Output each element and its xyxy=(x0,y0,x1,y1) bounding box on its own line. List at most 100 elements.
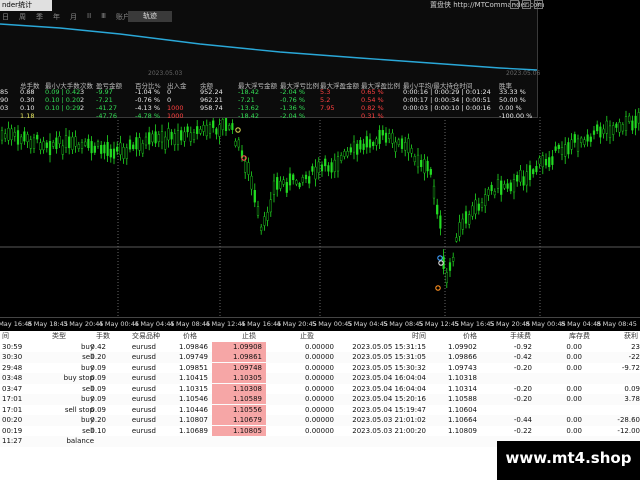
menu-year[interactable]: 年 xyxy=(51,12,62,22)
trade-lots: 0.09 xyxy=(90,374,106,382)
candle-body xyxy=(484,194,487,206)
menu-week[interactable]: 周 xyxy=(17,12,28,22)
stats-pnl: -9.97 xyxy=(96,88,113,96)
menu-iii[interactable]: Ⅲ xyxy=(99,12,108,22)
menu-month[interactable]: 月 xyxy=(68,12,79,22)
candle-body xyxy=(93,145,96,153)
trade-price: 1.09846 xyxy=(179,342,208,351)
time-tick-label: 8 May 00:45 xyxy=(525,320,566,328)
tab-track[interactable]: 轨迹 xyxy=(128,11,172,22)
menu-quarter[interactable]: 季 xyxy=(34,12,45,22)
trade-tp: 0.00000 xyxy=(305,374,334,382)
candle-body xyxy=(388,133,391,139)
candle-body xyxy=(208,124,212,134)
table-row[interactable]: 30:59 buy 0.42 eurusd 1.09846 1.09908 0.00000 2… xyxy=(0,341,640,353)
col-tp[interactable]: 止盈 xyxy=(300,331,314,342)
trade-rows: 30:59 buy 0.42 eurusd 1.09846 1.09908 0.00000 2… xyxy=(0,341,640,447)
stats-hold-time: 0:00:16 | 0:00:29 | 0:01:24 xyxy=(403,88,491,96)
table-row[interactable]: 00:19 sell 0.10 eurusd 1.10689 1.10805 0.00000… xyxy=(0,425,640,437)
candle-body xyxy=(330,162,333,173)
price-chart[interactable]: nder统计 日 周 季 年 月 II Ⅲ 账户 轨迹 置盘侠 http://M… xyxy=(0,0,640,317)
close-icon[interactable]: × xyxy=(534,0,543,9)
col-open-time[interactable]: 间 xyxy=(2,331,9,342)
time-tick-label: 3 May 20:45 xyxy=(63,320,104,328)
table-row[interactable]: 00:20 buy 0.20 eurusd 1.10807 1.10679 0.00000 2… xyxy=(0,415,640,426)
trade-profit: -28.60 xyxy=(617,416,640,424)
candle-body xyxy=(13,131,16,137)
time-tick-label: 4 May 00:45 xyxy=(98,320,140,328)
trade-open-time: 03:47 xyxy=(2,384,23,393)
candle-body xyxy=(541,155,544,168)
table-row[interactable]: 17:01 sell stop 0.09 eurusd 1.10446 1.10556 0.… xyxy=(0,404,640,416)
equity-curve xyxy=(0,23,537,71)
menu-ii[interactable]: II xyxy=(85,12,93,22)
table-row[interactable]: 17:01 buy 0.09 eurusd 1.10546 1.10589 0.00000 2… xyxy=(0,394,640,405)
candle-body xyxy=(368,139,372,148)
candle-body xyxy=(29,139,32,149)
col-price[interactable]: 价格 xyxy=(183,331,197,342)
candle-body xyxy=(0,130,4,141)
candle-body xyxy=(583,139,586,146)
candle-body xyxy=(308,176,311,184)
candle-body xyxy=(148,132,151,145)
table-row[interactable]: 03:48 buy stop 0.09 eurusd 1.10415 1.10305 0.0… xyxy=(0,373,640,384)
col-close-price[interactable]: 价格 xyxy=(463,331,477,342)
candle-body xyxy=(628,115,631,122)
candle-body xyxy=(458,222,461,237)
candle-body xyxy=(445,272,448,283)
maximize-icon[interactable]: □ xyxy=(522,0,531,9)
col-lots[interactable]: 手数 xyxy=(96,331,110,342)
stats-max-float-loss: -13.62 xyxy=(238,104,259,112)
candle-body xyxy=(279,180,282,189)
trade-lots: 0.42 xyxy=(90,342,106,351)
stats-pnl: -47.76 xyxy=(96,112,117,120)
table-row[interactable]: 30:30 sell 0.20 eurusd 1.09749 1.09861 0.00000… xyxy=(0,352,640,363)
candle-body xyxy=(538,157,541,165)
stats-max-float-profit-pct: 0.65 % xyxy=(361,88,384,96)
stats-pnl: -41.27 xyxy=(96,104,117,112)
col-symbol[interactable]: 交易品种 xyxy=(132,331,160,342)
candle-body xyxy=(61,145,64,155)
stats-max-float-profit-pct: 0.31 % xyxy=(361,112,384,120)
candle-body xyxy=(567,142,570,155)
stats-total-row: 1.18 -47.76 -4.78 % 1000 -18.42 -2.04 % … xyxy=(0,112,537,120)
col-commission[interactable]: 手续费 xyxy=(510,331,531,342)
col-sl[interactable]: 止损 xyxy=(242,331,256,342)
time-tick-label: 4 May 20:45 xyxy=(276,320,317,328)
candle-body xyxy=(186,126,189,133)
statistics-panel[interactable]: nder统计 日 周 季 年 月 II Ⅲ 账户 轨迹 置盘侠 http://M… xyxy=(0,0,544,120)
candle-body xyxy=(135,137,138,150)
candle-body xyxy=(503,184,506,189)
trade-open-time: 11:27 xyxy=(2,437,23,445)
candle-body xyxy=(132,144,135,150)
trade-marker-icon[interactable] xyxy=(437,255,443,261)
stats-pct: -4.13 % xyxy=(135,104,161,112)
col-profit[interactable]: 获利 xyxy=(624,331,638,342)
candle-body xyxy=(36,134,39,140)
minimize-icon[interactable]: – xyxy=(510,0,519,9)
col-type[interactable]: 类型 xyxy=(52,331,66,342)
stats-win-rate: -100.00 % xyxy=(499,112,533,120)
candle-body xyxy=(448,262,452,271)
candle-body xyxy=(333,159,336,172)
trade-swap: 0.00 xyxy=(566,342,582,351)
stats-max-float-profit-pct: 0.82 % xyxy=(361,104,384,112)
table-row[interactable]: 29:48 buy 0.09 eurusd 1.09851 1.09748 0.00000 2… xyxy=(0,362,640,374)
candle-body xyxy=(45,142,48,148)
col-swap[interactable]: 库存费 xyxy=(569,331,590,342)
trade-open-time: 03:48 xyxy=(2,374,23,382)
trade-tp: 0.00000 xyxy=(305,426,334,435)
candle-body xyxy=(391,132,394,144)
candle-body xyxy=(349,147,352,153)
table-row[interactable]: 03:47 sell 0.09 eurusd 1.10315 1.10308 0.00000… xyxy=(0,383,640,395)
candle-body xyxy=(237,139,240,148)
trade-price: 1.10446 xyxy=(179,405,208,414)
trade-marker-icon[interactable] xyxy=(235,127,241,133)
candle-body xyxy=(90,141,93,154)
candle-body xyxy=(461,218,464,230)
stats-pnl: -7.21 xyxy=(96,96,113,104)
trade-marker-icon[interactable] xyxy=(435,285,441,291)
menu-day[interactable]: 日 xyxy=(0,12,11,22)
candle-body xyxy=(256,206,260,216)
col-close-time[interactable]: 时间 xyxy=(412,331,426,342)
